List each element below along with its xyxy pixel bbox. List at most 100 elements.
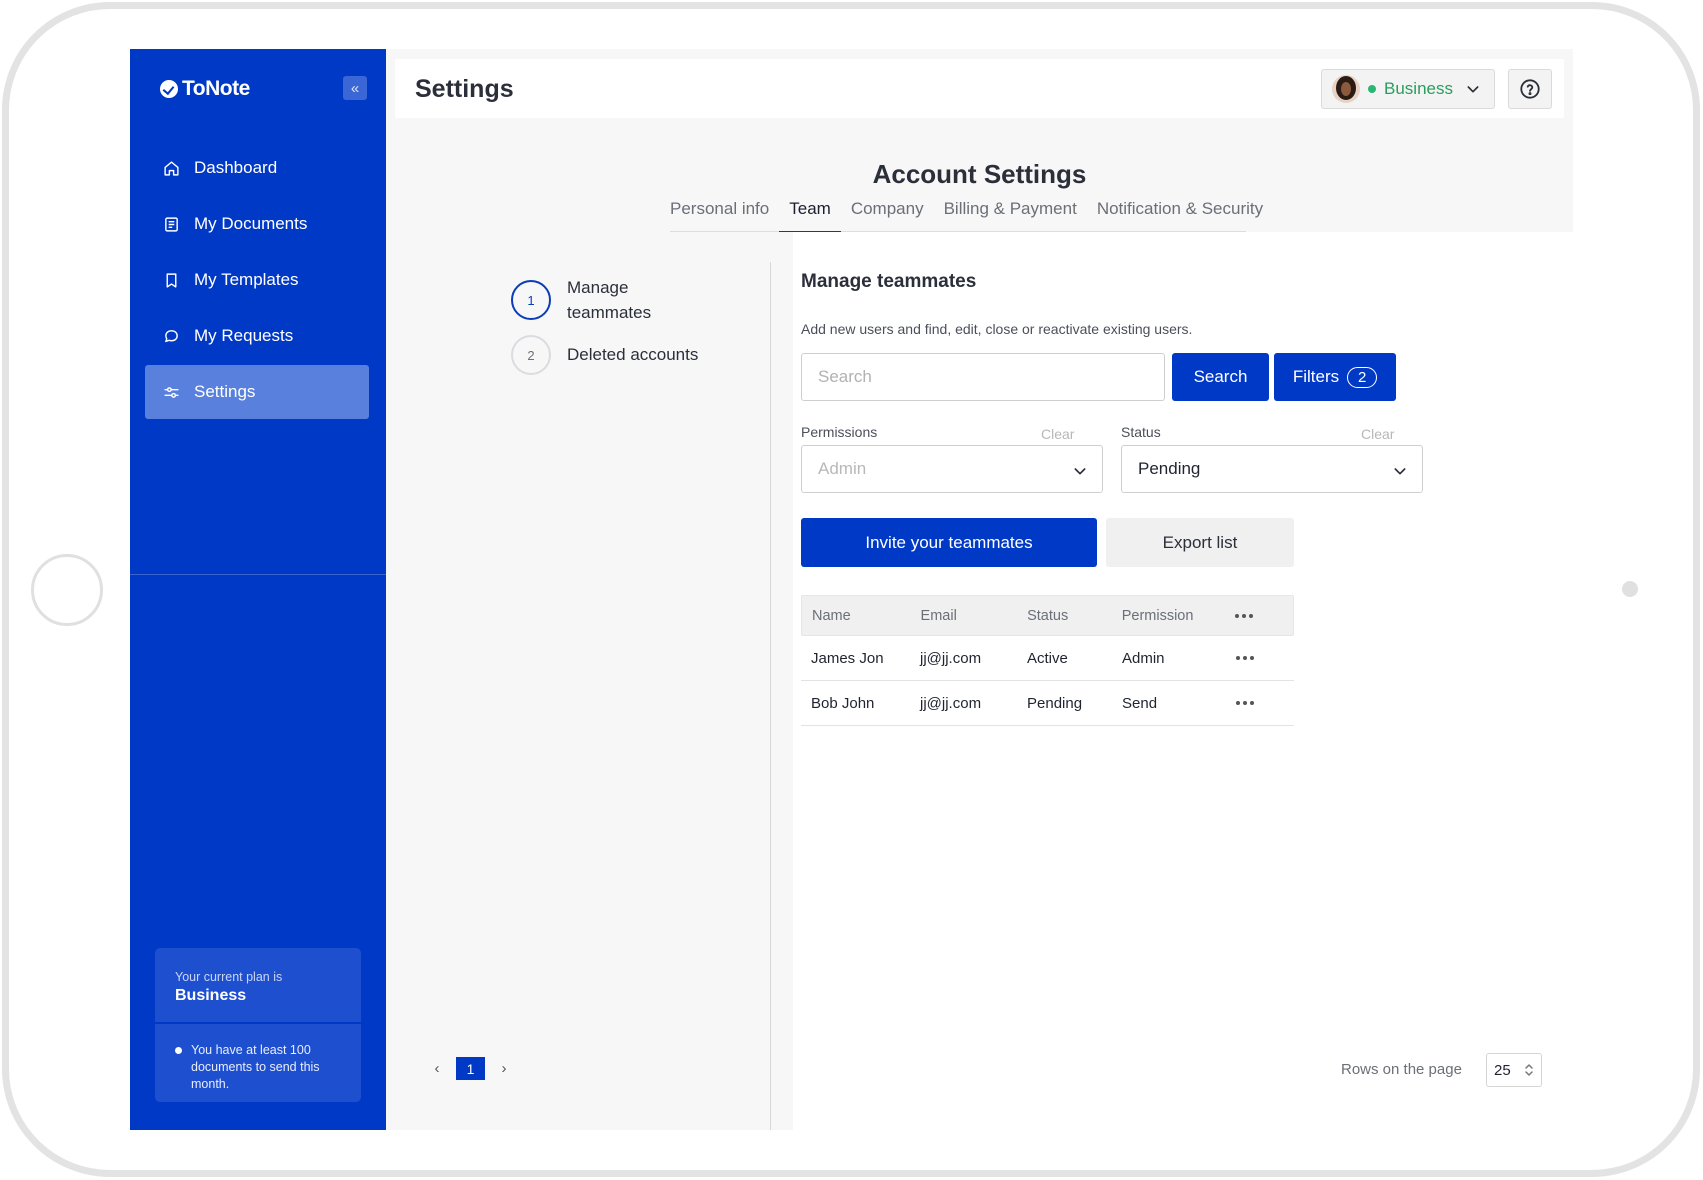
tab-billing-payment[interactable]: Billing & Payment bbox=[934, 199, 1087, 232]
tablet-camera bbox=[1622, 581, 1638, 597]
rows-per-page-select[interactable]: 25 bbox=[1486, 1053, 1542, 1087]
column-header-status: Status bbox=[1027, 607, 1069, 624]
chat-bubble-icon bbox=[165, 329, 178, 342]
invite-teammates-button[interactable]: Invite your teammates bbox=[801, 518, 1097, 567]
sidebar-item-my-templates[interactable]: My Templates bbox=[145, 253, 369, 307]
cell-email: jj@jj.com bbox=[920, 649, 982, 667]
permissions-clear-link[interactable]: Clear bbox=[1041, 426, 1074, 442]
column-header-permission: Permission bbox=[1121, 607, 1194, 624]
cell-name: James Jon bbox=[811, 649, 884, 667]
plan-note: You have at least 100 documents to send … bbox=[155, 1024, 361, 1102]
section-subtitle: Add new users and find, edit, close or r… bbox=[801, 321, 1193, 337]
row-actions-button[interactable] bbox=[1236, 701, 1294, 705]
column-header-email: Email bbox=[920, 607, 957, 624]
plan-name: Business bbox=[175, 987, 247, 1004]
bullet-icon bbox=[175, 1047, 182, 1054]
step-manage-teammates[interactable]: 1 Manage teammates bbox=[511, 275, 677, 325]
search-input[interactable] bbox=[801, 353, 1165, 401]
row-actions-button[interactable] bbox=[1236, 656, 1294, 660]
more-horizontal-icon bbox=[1235, 613, 1254, 618]
chevron-down-icon bbox=[1074, 468, 1086, 475]
page-number-button[interactable]: 1 bbox=[456, 1057, 485, 1080]
rows-per-page-value: 25 bbox=[1494, 1061, 1511, 1079]
filters-label: Filters bbox=[1292, 367, 1340, 386]
tab-notification-security[interactable]: Notification & Security bbox=[1087, 199, 1273, 232]
plan-label: Your current plan is bbox=[175, 970, 283, 984]
help-button[interactable] bbox=[1508, 69, 1552, 109]
status-select[interactable]: Pending bbox=[1121, 445, 1423, 493]
sidebar-item-dashboard[interactable]: Dashboard bbox=[145, 141, 369, 195]
step-deleted-accounts[interactable]: 2 Deleted accounts bbox=[511, 335, 698, 375]
page-title: Settings bbox=[415, 75, 514, 103]
step-number: 2 bbox=[511, 335, 551, 375]
tab-personal-info[interactable]: Personal info bbox=[670, 199, 779, 232]
cell-name: Bob John bbox=[811, 694, 875, 712]
home-icon bbox=[164, 160, 179, 176]
filters-count-badge: 2 bbox=[1347, 366, 1378, 388]
double-chevron-left-icon: « bbox=[350, 79, 360, 97]
status-label: Status bbox=[1121, 424, 1161, 440]
up-down-chevron-icon bbox=[1525, 1064, 1533, 1076]
bookmark-icon bbox=[166, 272, 177, 288]
sidebar-item-settings[interactable]: Settings bbox=[145, 365, 369, 419]
plan-summary: Your current plan is Business bbox=[155, 948, 361, 1022]
plan-note-text: You have at least 100 documents to send … bbox=[191, 1043, 320, 1091]
current-plan-card: Your current plan is Business You have a… bbox=[155, 948, 361, 1102]
online-status-dot bbox=[1368, 85, 1376, 93]
tab-team[interactable]: Team bbox=[779, 199, 841, 233]
permissions-select[interactable]: Admin bbox=[801, 445, 1103, 493]
cell-permission: Admin bbox=[1122, 649, 1165, 667]
section-title: Manage teammates bbox=[801, 271, 977, 292]
avatar bbox=[1332, 75, 1360, 103]
logo-check-icon bbox=[160, 80, 178, 98]
table-row: James Jon jj@jj.com Active Admin bbox=[801, 636, 1294, 681]
step-number: 1 bbox=[511, 280, 551, 320]
cell-permission: Send bbox=[1122, 694, 1158, 712]
filters-button[interactable]: Filters 2 bbox=[1274, 353, 1396, 401]
rows-per-page-label: Rows on the page bbox=[1341, 1061, 1462, 1078]
export-list-button[interactable]: Export list bbox=[1106, 518, 1294, 567]
more-horizontal-icon bbox=[1236, 701, 1254, 705]
step-label: Deleted accounts bbox=[567, 345, 699, 364]
chevron-down-icon bbox=[1467, 86, 1479, 93]
table-options-button[interactable] bbox=[1235, 613, 1293, 618]
settings-sliders-icon bbox=[164, 386, 179, 398]
app-window: ToNote « Dashboard My Documents My Templ… bbox=[130, 49, 1573, 1130]
brand-name: ToNote bbox=[182, 77, 250, 100]
cell-status: Active bbox=[1027, 649, 1068, 667]
table-header: Name Email Status Permission bbox=[801, 595, 1294, 636]
document-icon bbox=[165, 216, 178, 232]
sidebar-item-my-requests[interactable]: My Requests bbox=[145, 309, 369, 363]
settings-tabs: Personal info Team Company Billing & Pay… bbox=[670, 199, 1263, 233]
status-clear-link[interactable]: Clear bbox=[1361, 426, 1394, 442]
previous-page-icon[interactable]: ‹ bbox=[430, 1060, 444, 1077]
chevron-down-icon bbox=[1394, 468, 1406, 475]
cell-status: Pending bbox=[1027, 694, 1083, 712]
brand-logo[interactable]: ToNote bbox=[160, 77, 250, 101]
next-page-icon[interactable]: › bbox=[497, 1060, 511, 1077]
account-name: Business bbox=[1384, 79, 1453, 98]
collapse-sidebar-button[interactable]: « bbox=[343, 76, 367, 100]
account-switcher[interactable]: Business bbox=[1321, 69, 1495, 109]
search-button[interactable]: Search bbox=[1172, 353, 1269, 401]
pagination: ‹ 1 › bbox=[430, 1057, 511, 1080]
more-horizontal-icon bbox=[1236, 656, 1254, 660]
sidebar-item-label: Dashboard bbox=[194, 158, 278, 177]
sidebar-item-label: My Documents bbox=[194, 214, 308, 233]
teammates-table: Name Email Status Permission James Jon j… bbox=[801, 595, 1294, 726]
steps-divider bbox=[770, 262, 771, 1130]
cell-email: jj@jj.com bbox=[920, 694, 982, 712]
sidebar-item-label: My Requests bbox=[194, 326, 294, 345]
top-header: Settings Business bbox=[395, 59, 1564, 118]
sidebar-item-label: Settings bbox=[194, 382, 256, 401]
sidebar-item-my-documents[interactable]: My Documents bbox=[145, 197, 369, 251]
permissions-label: Permissions bbox=[801, 424, 878, 440]
help-circle-icon bbox=[1520, 79, 1540, 99]
account-settings-title: Account Settings bbox=[872, 159, 1087, 189]
tab-company[interactable]: Company bbox=[841, 199, 934, 232]
sidebar-nav: Dashboard My Documents My Templates My R… bbox=[145, 141, 369, 421]
status-value: Pending bbox=[1138, 459, 1201, 478]
sidebar-divider bbox=[130, 574, 386, 575]
column-header-name: Name bbox=[812, 607, 851, 624]
sidebar-item-label: My Templates bbox=[194, 270, 299, 289]
